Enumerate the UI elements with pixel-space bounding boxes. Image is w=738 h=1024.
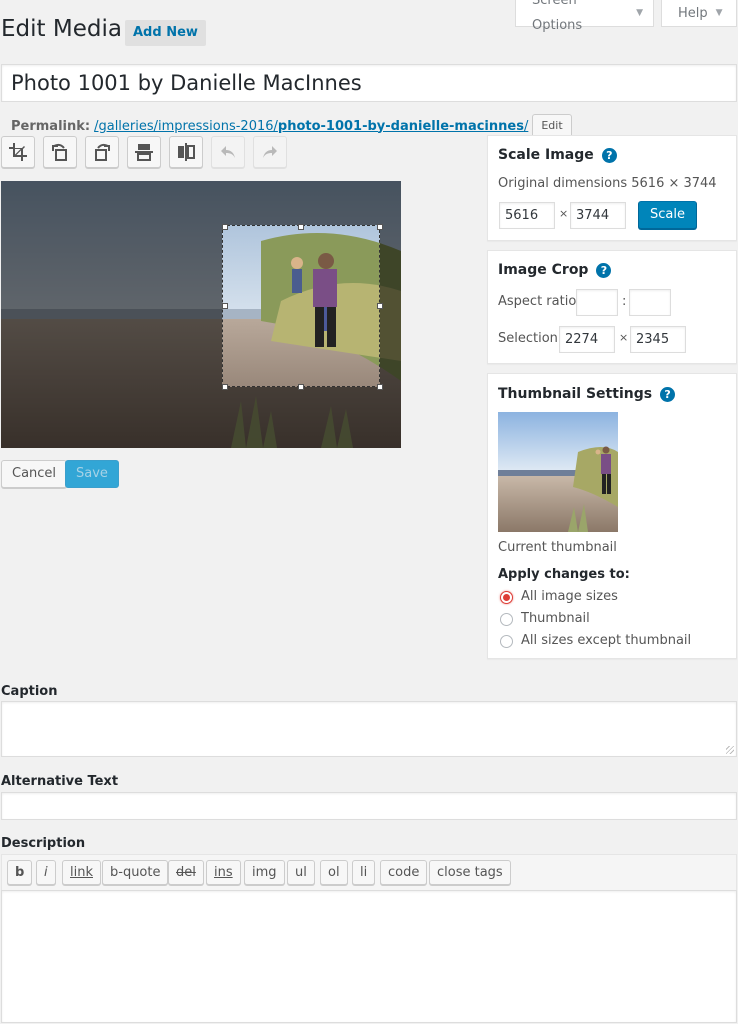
aspect-ratio-label: Aspect ratio: (498, 294, 581, 309)
aspect-separator: : (622, 294, 627, 309)
screen-options-tab[interactable]: Screen Options ▼ (515, 0, 654, 33)
times-sign: × (559, 207, 569, 220)
selection-height-input[interactable]: 2345 (630, 326, 686, 353)
permalink-path: /galleries/impressions-2016/ (94, 118, 278, 134)
rotate-right-button[interactable] (85, 136, 119, 168)
redo-button[interactable] (253, 136, 287, 168)
caption-label: Caption (1, 684, 58, 699)
scale-width-input[interactable]: 5616 (499, 202, 555, 229)
crop-handle-s[interactable] (298, 384, 304, 390)
apply-changes-label: Apply changes to: (498, 567, 630, 582)
page-title: Edit Media (1, 16, 122, 42)
crop-selection[interactable] (222, 225, 380, 387)
flip-horizontal-button[interactable] (169, 136, 203, 168)
crop-icon (9, 143, 27, 161)
thumbnail-settings-panel: Thumbnail Settings ? Current thumbnail A… (487, 373, 737, 659)
flip-vertical-button[interactable] (127, 136, 161, 168)
radio-label-thumbnail: Thumbnail (521, 611, 590, 626)
description-label: Description (1, 836, 86, 851)
quicktag-link-button[interactable]: link (62, 860, 101, 885)
help-icon[interactable]: ? (596, 262, 612, 278)
quicktag-del-button[interactable]: del (168, 860, 204, 885)
scale-image-heading: Scale Image ? (498, 147, 617, 163)
flip-vertical-icon (135, 144, 153, 161)
original-dimensions: Original dimensions 5616 × 3744 (498, 176, 717, 191)
rotate-left-icon (52, 143, 67, 161)
radio-all-sizes[interactable] (500, 591, 513, 604)
rotate-right-icon (95, 143, 110, 161)
rotate-left-button[interactable] (43, 136, 77, 168)
quicktag-li-button[interactable]: li (352, 860, 376, 885)
radio-label-all-except-thumbnail: All sizes except thumbnail (521, 633, 692, 648)
title-input[interactable]: Photo 1001 by Danielle MacInnes (1, 64, 737, 102)
image-crop-title: Image Crop (498, 262, 589, 278)
current-thumbnail-image (498, 412, 618, 532)
aspect-ratio-width-input[interactable] (576, 289, 618, 316)
screen-options-label: Screen Options (532, 0, 583, 33)
radio-label-all-sizes: All image sizes (521, 589, 618, 604)
scale-image-title: Scale Image (498, 147, 594, 163)
help-icon[interactable]: ? (660, 386, 676, 402)
crop-handle-n[interactable] (298, 224, 304, 230)
scale-image-panel: Scale Image ? Original dimensions 5616 ×… (487, 135, 737, 241)
quicktag-ul-button[interactable]: ul (287, 860, 315, 885)
permalink-link[interactable]: /galleries/impressions-2016/photo-1001-b… (94, 119, 528, 134)
permalink-label: Permalink: (11, 118, 91, 134)
undo-button[interactable] (211, 136, 245, 168)
image-crop-heading: Image Crop ? (498, 262, 612, 278)
image-crop-panel: Image Crop ? Aspect ratio: : Selection: … (487, 250, 737, 364)
quicktag-code-button[interactable]: code (380, 860, 428, 885)
cancel-button[interactable]: Cancel (1, 460, 68, 488)
current-thumbnail-label: Current thumbnail (498, 540, 617, 555)
thumbnail-settings-title: Thumbnail Settings (498, 386, 653, 402)
times-sign: × (619, 331, 629, 344)
quicktag-bquote-button[interactable]: b-quote (102, 860, 169, 885)
quicktag-ins-button[interactable]: ins (206, 860, 241, 885)
chevron-down-icon: ▼ (715, 7, 723, 18)
quicktag-close-tags-button[interactable]: close tags (429, 860, 511, 885)
redo-icon (263, 146, 277, 158)
permalink-trail: / (523, 118, 529, 134)
undo-icon (221, 146, 235, 158)
crop-button[interactable] (1, 136, 35, 168)
resize-handle-icon[interactable] (726, 746, 734, 754)
description-textarea[interactable] (1, 890, 737, 1023)
crop-handle-w[interactable] (222, 303, 228, 309)
alt-text-input[interactable] (1, 792, 737, 820)
scale-button[interactable]: Scale (638, 201, 697, 229)
save-button[interactable]: Save (65, 460, 119, 488)
radio-thumbnail[interactable] (500, 613, 513, 626)
crop-handle-se[interactable] (377, 384, 383, 390)
scale-height-input[interactable]: 3744 (570, 202, 626, 229)
help-label: Help (678, 5, 708, 21)
caption-textarea[interactable] (1, 701, 737, 757)
crop-handle-ne[interactable] (377, 224, 383, 230)
quicktag-italic-button[interactable]: i (36, 860, 56, 885)
crop-handle-sw[interactable] (222, 384, 228, 390)
permalink-slug: photo-1001-by-danielle-macinnes (277, 118, 524, 134)
selection-width-input[interactable]: 2274 (559, 326, 615, 353)
crop-handle-nw[interactable] (222, 224, 228, 230)
help-icon[interactable]: ? (601, 147, 617, 163)
add-new-button[interactable]: Add New (125, 20, 206, 46)
chevron-down-icon: ▼ (636, 7, 643, 18)
aspect-ratio-height-input[interactable] (629, 289, 671, 316)
flip-horizontal-icon (178, 143, 195, 161)
alt-text-label: Alternative Text (1, 774, 119, 789)
selection-label: Selection: (498, 331, 563, 346)
quicktag-ol-button[interactable]: ol (320, 860, 348, 885)
radio-all-except-thumbnail[interactable] (500, 635, 513, 648)
help-tab[interactable]: Help ▼ (661, 0, 737, 27)
quicktag-bold-button[interactable]: b (7, 860, 33, 885)
quicktag-img-button[interactable]: img (244, 860, 285, 885)
thumbnail-settings-heading: Thumbnail Settings ? (498, 386, 676, 402)
crop-handle-e[interactable] (377, 303, 383, 309)
